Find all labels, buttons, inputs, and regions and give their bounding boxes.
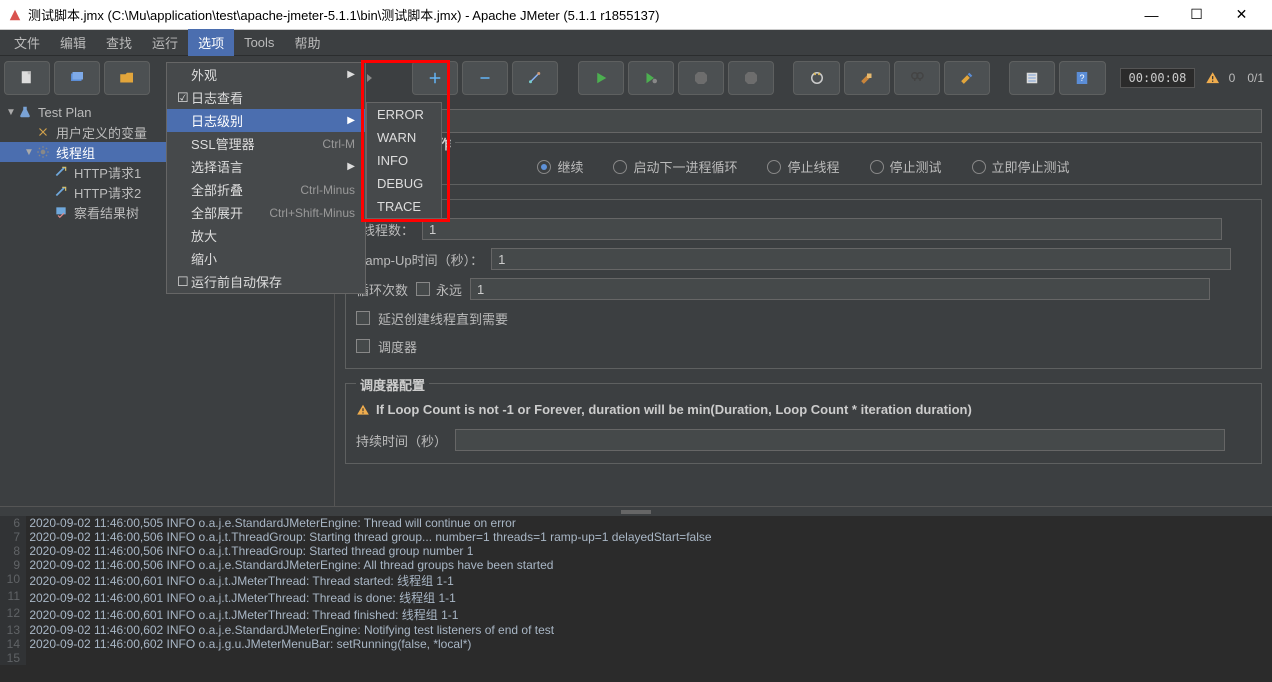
scheduler-config-legend: 调度器配置 [356,375,429,394]
log-line: 10 2020-09-02 11:46:00,601 INFO o.a.j.t.… [0,572,1272,589]
options-item[interactable]: 选择语言▶ [167,155,365,178]
warning-icon [1205,70,1220,86]
scheduler-label: 调度器 [378,337,417,356]
comment-input[interactable] [401,109,1262,133]
add-button[interactable] [412,61,458,95]
menu-bar: 文件编辑查找运行选项Tools帮助 [0,30,1272,56]
options-item[interactable]: 全部折叠Ctrl-Minus [167,178,365,201]
scheduler-config-group: 调度器配置 If Loop Count is not -1 or Forever… [345,383,1262,464]
options-item[interactable]: 全部展开Ctrl+Shift-Minus [167,201,365,224]
log-panel[interactable]: 6 2020-09-02 11:46:00,505 INFO o.a.j.e.S… [0,516,1272,682]
loglevel-trace[interactable]: TRACE [367,195,441,218]
options-menu: 外观▶☑日志查看日志级别▶SSL管理器Ctrl-M选择语言▶全部折叠Ctrl-M… [166,62,366,294]
flask-icon [18,105,34,119]
vars-icon [36,125,52,139]
options-item[interactable]: 缩小 [167,247,365,270]
menu-tools[interactable]: Tools [234,31,284,54]
maximize-button[interactable]: ☐ [1174,1,1219,29]
loglevel-debug[interactable]: DEBUG [367,172,441,195]
stop-button[interactable] [678,61,724,95]
http-icon [54,185,70,199]
thread-group-panel: 释： 后要执行的动作 继续启动下一进程循环停止线程停止测试立即停止测试 程属性 … [335,100,1272,506]
svg-text:?: ? [1080,73,1085,83]
elapsed-timer: 00:00:08 [1120,68,1196,88]
options-item[interactable]: ☐运行前自动保存 [167,270,365,293]
minimize-button[interactable]: — [1129,1,1174,29]
close-button[interactable]: ✕ [1219,1,1264,29]
log-line: 7 2020-09-02 11:46:00,506 INFO o.a.j.t.T… [0,530,1272,544]
result-icon [54,205,70,219]
after-sample-error-group: 后要执行的动作 继续启动下一进程循环停止线程停止测试立即停止测试 [345,142,1262,185]
log-line: 8 2020-09-02 11:46:00,506 INFO o.a.j.t.T… [0,544,1272,558]
rampup-label: Ramp-Up时间（秒）： [356,250,483,269]
log-line: 14 2020-09-02 11:46:00,602 INFO o.a.j.g.… [0,637,1272,651]
forever-checkbox[interactable] [416,282,430,296]
log-line: 11 2020-09-02 11:46:00,601 INFO o.a.j.t.… [0,589,1272,606]
scheduler-warning-text: If Loop Count is not -1 or Forever, dura… [376,402,972,417]
menu-查找[interactable]: 查找 [96,29,142,56]
log-line: 6 2020-09-02 11:46:00,505 INFO o.a.j.e.S… [0,516,1272,530]
warning-count: 0 [1229,71,1236,85]
threads-input[interactable] [422,218,1222,240]
rampup-input[interactable] [491,248,1231,270]
duration-label: 持续时间（秒） [356,431,447,450]
menu-文件[interactable]: 文件 [4,29,50,56]
log-resizer[interactable] [0,506,1272,516]
duration-input[interactable] [455,429,1225,451]
log-level-submenu: ERRORWARNINFODEBUGTRACE [366,102,442,219]
log-line: 15 [0,651,1272,665]
options-item[interactable]: 放大 [167,224,365,247]
loglevel-warn[interactable]: WARN [367,126,441,149]
log-line: 13 2020-09-02 11:46:00,602 INFO o.a.j.e.… [0,623,1272,637]
jmeter-logo-icon [8,8,22,22]
thread-properties-group: 程属性 线程数： Ramp-Up时间（秒）： 循环次数 永远 延迟创建线程直到需… [345,199,1262,369]
gear-icon [36,145,52,159]
delay-thread-label: 延迟创建线程直到需要 [378,309,508,328]
reset-search-button[interactable] [944,61,990,95]
log-line: 9 2020-09-02 11:46:00,506 INFO o.a.j.e.S… [0,558,1272,572]
open-button[interactable] [104,61,150,95]
loglevel-error[interactable]: ERROR [367,103,441,126]
clear-all-button[interactable] [844,61,890,95]
scheduler-checkbox[interactable] [356,339,370,353]
options-item[interactable]: ☑日志查看 [167,86,365,109]
options-item[interactable]: 日志级别▶ [167,109,365,132]
menu-帮助[interactable]: 帮助 [284,29,330,56]
http-icon [54,165,70,179]
toggle-button[interactable] [512,61,558,95]
start-button[interactable] [578,61,624,95]
new-button[interactable] [4,61,50,95]
radio-option[interactable]: 启动下一进程循环 [613,157,737,176]
radio-option[interactable]: 继续 [537,157,583,176]
delay-thread-checkbox[interactable] [356,311,370,325]
options-item[interactable]: SSL管理器Ctrl-M [167,132,365,155]
log-line: 12 2020-09-02 11:46:00,601 INFO o.a.j.t.… [0,606,1272,623]
help-button[interactable]: ? [1059,61,1105,95]
forever-label: 永远 [436,280,462,299]
shutdown-button[interactable] [728,61,774,95]
loop-input[interactable] [470,278,1210,300]
clear-button[interactable] [793,61,839,95]
start-no-pause-button[interactable] [628,61,674,95]
options-item[interactable]: 外观▶ [167,63,365,86]
thread-count: 0/1 [1247,71,1264,85]
menu-运行[interactable]: 运行 [142,29,188,56]
radio-option[interactable]: 立即停止测试 [972,157,1070,176]
remove-button[interactable] [462,61,508,95]
loglevel-info[interactable]: INFO [367,149,441,172]
title-bar: 测试脚本.jmx (C:\Mu\application\test\apache-… [0,0,1272,30]
radio-option[interactable]: 停止测试 [870,157,942,176]
warning-icon [356,403,370,417]
radio-option[interactable]: 停止线程 [767,157,839,176]
search-button[interactable] [894,61,940,95]
menu-编辑[interactable]: 编辑 [50,29,96,56]
menu-选项[interactable]: 选项 [188,29,234,56]
templates-button[interactable] [54,61,100,95]
window-title: 测试脚本.jmx (C:\Mu\application\test\apache-… [28,5,1129,24]
function-helper-button[interactable] [1009,61,1055,95]
